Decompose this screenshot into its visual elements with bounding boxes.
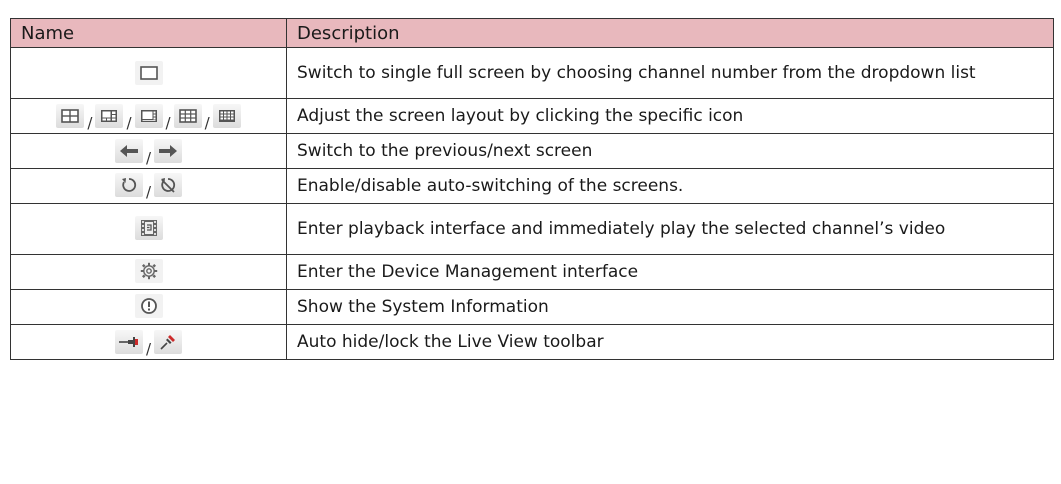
- auto-switch-off-icon: [154, 173, 183, 197]
- pin-unlocked-icon: [114, 330, 143, 354]
- info-icon: [134, 294, 163, 318]
- arrow-right-icon: [154, 139, 183, 163]
- description-cell: Switch to single full screen by choosing…: [286, 47, 1054, 99]
- name-column-header: Name: [10, 18, 287, 48]
- arrow-left-icon: [114, 139, 143, 163]
- separator: /: [145, 183, 152, 201]
- name-cell: /: [10, 133, 287, 169]
- layout-9-icon: [173, 104, 202, 128]
- separator: /: [165, 114, 171, 132]
- name-cell: [10, 203, 287, 255]
- auto-switch-icon: [114, 173, 143, 197]
- description-cell: Enter the Device Management interface: [286, 254, 1054, 290]
- table-row: Enter the Device Management interface: [10, 254, 1054, 290]
- table-row: Enter playback interface and immediately…: [10, 203, 1054, 255]
- layout-8-icon: [134, 104, 163, 128]
- description-cell: Auto hide/lock the Live View toolbar: [286, 324, 1054, 360]
- separator: /: [204, 114, 210, 132]
- name-cell: /: [10, 168, 287, 204]
- layout-6-icon: [95, 104, 124, 128]
- name-cell: / / / /: [10, 98, 287, 134]
- layout-4-icon: [56, 104, 85, 128]
- name-cell: /: [10, 324, 287, 360]
- separator: /: [145, 340, 152, 358]
- table-row: / / / / Adjust the screen layout by clic…: [10, 98, 1054, 134]
- playback-icon: [134, 216, 163, 240]
- description-cell: Adjust the screen layout by clicking the…: [286, 98, 1054, 134]
- table-row: Show the System Information: [10, 289, 1054, 325]
- pin-locked-icon: [154, 330, 183, 354]
- table-row: Switch to single full screen by choosing…: [10, 47, 1054, 99]
- name-cell: [10, 289, 287, 325]
- separator: /: [145, 149, 152, 167]
- gear-icon: [134, 259, 163, 283]
- layout-16-icon: [212, 104, 241, 128]
- separator: /: [87, 114, 93, 132]
- description-cell: Switch to the previous/next screen: [286, 133, 1054, 169]
- table-header-row: Name Description: [10, 18, 1054, 48]
- single-screen-icon: [134, 61, 163, 85]
- name-cell: [10, 254, 287, 290]
- table-row: / Auto hide/lock the Live View toolbar: [10, 324, 1054, 360]
- description-cell: Enter playback interface and immediately…: [286, 203, 1054, 255]
- table-row: / Enable/disable auto-switching of the s…: [10, 168, 1054, 204]
- icon-reference-table: Name Description Switch to single full s…: [10, 18, 1054, 360]
- table-row: / Switch to the previous/next screen: [10, 133, 1054, 169]
- separator: /: [126, 114, 132, 132]
- name-cell: [10, 47, 287, 99]
- description-cell: Show the System Information: [286, 289, 1054, 325]
- description-cell: Enable/disable auto-switching of the scr…: [286, 168, 1054, 204]
- description-column-header: Description: [286, 18, 1054, 48]
